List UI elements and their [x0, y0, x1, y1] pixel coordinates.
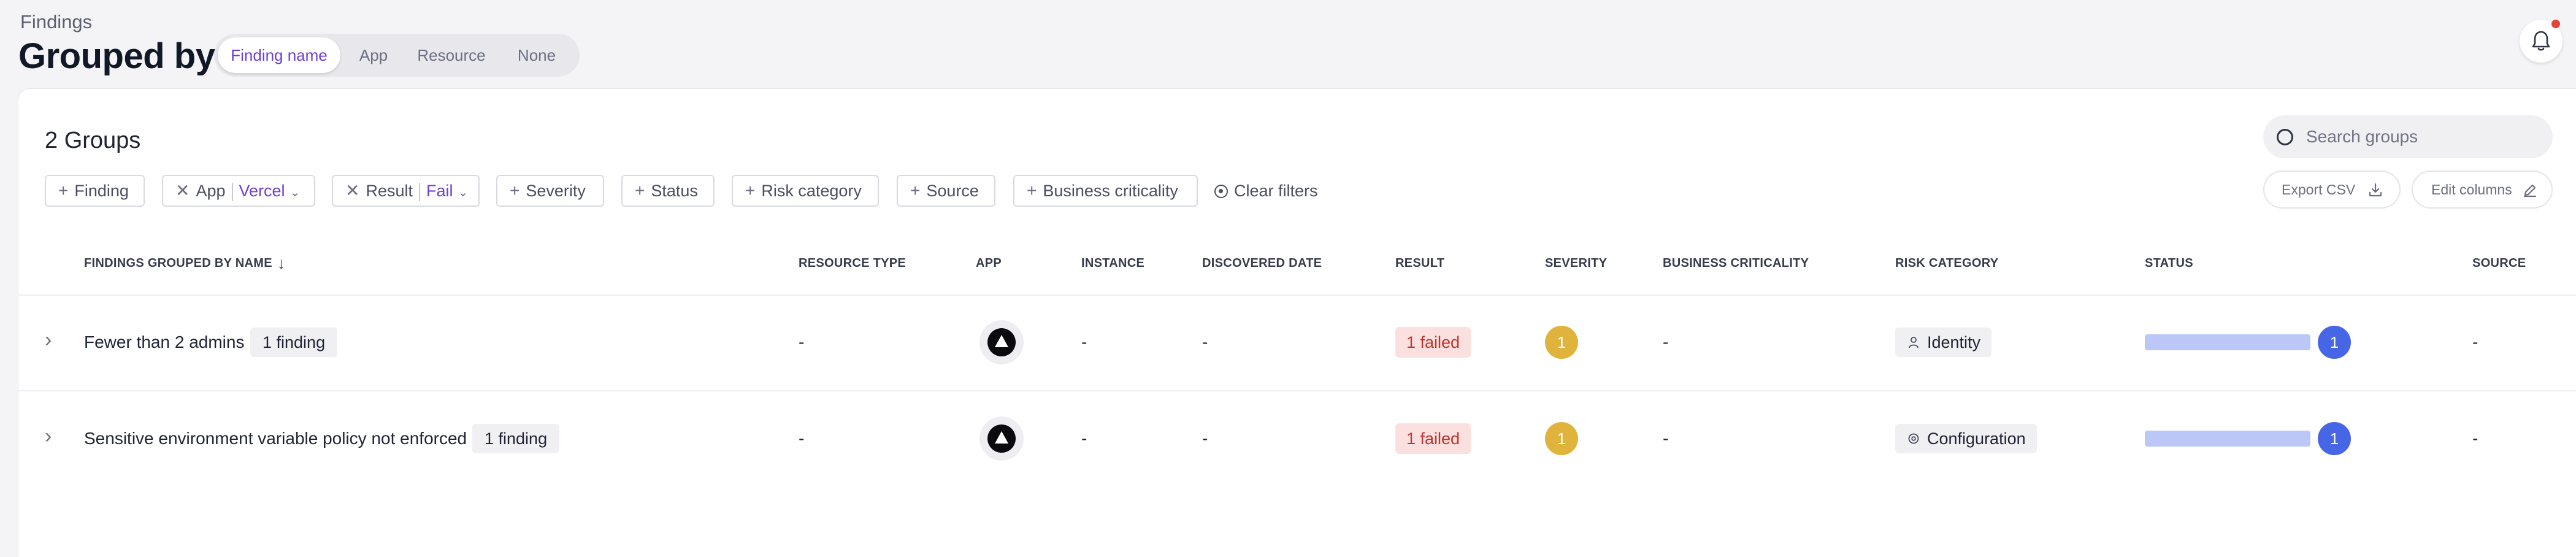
group-by-segmented-control: Finding name App Resource None: [214, 34, 580, 77]
column-header-discovered-date[interactable]: DISCOVERED DATE: [1202, 256, 1322, 271]
plus-icon: +: [58, 181, 69, 200]
notification-dot: [2551, 20, 2560, 28]
plus-icon: +: [910, 181, 921, 200]
chevron-down-icon: ⌄: [289, 186, 301, 199]
filter-label: Risk category: [761, 182, 862, 200]
resource-type-cell: -: [799, 429, 805, 448]
add-severity-filter[interactable]: + Severity: [496, 175, 604, 207]
column-header-finding-name[interactable]: FINDINGS GROUPED BY NAME: [84, 256, 272, 271]
discovered-date-cell: -: [1202, 429, 1208, 448]
column-header-status[interactable]: STATUS: [2145, 256, 2193, 271]
result-filter[interactable]: ✕ Result Fail ⌄: [332, 175, 480, 207]
clear-filters-label: Clear filters: [1234, 182, 1318, 200]
edit-columns-label: Edit columns: [2431, 182, 2512, 198]
group-option-resource[interactable]: Resource: [407, 37, 496, 73]
severity-badge: 1: [1545, 422, 1578, 455]
severity-badge: 1: [1545, 326, 1578, 359]
add-source-filter[interactable]: + Source: [897, 175, 995, 207]
chevron-down-icon: ⌄: [458, 186, 469, 199]
edit-columns-button[interactable]: Edit columns: [2412, 171, 2553, 209]
status-count-badge: 1: [2318, 422, 2351, 455]
chevron-right-icon[interactable]: ›: [45, 328, 52, 352]
search-input[interactable]: [2306, 115, 2539, 158]
column-header-source[interactable]: SOURCE: [2472, 256, 2526, 271]
bell-icon: [2532, 31, 2550, 51]
filter-value: Fail: [426, 182, 453, 200]
instance-cell: -: [1081, 429, 1087, 448]
row-divider: [18, 390, 2576, 391]
filter-value: Vercel: [239, 182, 285, 200]
finding-count-badge: 1 finding: [250, 328, 338, 357]
remove-filter-icon[interactable]: ✕: [175, 181, 190, 200]
column-header-app[interactable]: APP: [976, 256, 1002, 271]
resource-type-cell: -: [799, 332, 805, 351]
clear-circle-icon: [1214, 185, 1228, 198]
column-header-risk-category[interactable]: RISK CATEGORY: [1895, 256, 1998, 271]
row-divider: [18, 294, 2576, 296]
add-finding-filter[interactable]: + Finding: [45, 175, 145, 207]
download-icon: [2369, 183, 2382, 197]
search-box[interactable]: [2263, 115, 2553, 158]
pencil-icon: [2523, 184, 2537, 198]
add-risk-category-filter[interactable]: + Risk category: [732, 175, 879, 207]
vercel-logo-icon: [979, 320, 1024, 364]
group-option-app[interactable]: App: [347, 37, 401, 73]
group-option-none[interactable]: None: [502, 37, 571, 73]
discovered-date-cell: -: [1202, 332, 1208, 351]
filter-label: Finding: [74, 182, 129, 200]
person-icon: [1909, 337, 1919, 348]
filter-label: Status: [651, 182, 698, 200]
search-icon: [2277, 129, 2293, 145]
filter-label: Result: [366, 182, 413, 200]
clear-filters-button[interactable]: Clear filters: [1214, 178, 1318, 204]
risk-category-label: Identity: [1927, 333, 1981, 351]
filter-label: Source: [926, 182, 979, 200]
column-header-business-criticality[interactable]: BUSINESS CRITICALITY: [1663, 256, 1809, 271]
filter-label: Business criticality: [1043, 182, 1178, 200]
group-option-finding-name[interactable]: Finding name: [218, 37, 340, 73]
risk-category-badge: Identity: [1895, 328, 1992, 357]
risk-category-badge: Configuration: [1895, 424, 2037, 453]
business-criticality-cell: -: [1663, 429, 1669, 448]
finding-count-badge: 1 finding: [472, 424, 560, 453]
plus-icon: +: [745, 181, 756, 200]
finding-name[interactable]: Sensitive environment variable policy no…: [84, 429, 467, 448]
page-title: Grouped by: [18, 36, 215, 76]
status-progress-bar: [2145, 431, 2310, 447]
plus-icon: +: [635, 181, 645, 200]
finding-name[interactable]: Fewer than 2 admins: [84, 332, 244, 352]
add-status-filter[interactable]: + Status: [621, 175, 715, 207]
risk-category-label: Configuration: [1927, 429, 2026, 448]
app-filter[interactable]: ✕ App Vercel ⌄: [162, 175, 315, 207]
vercel-logo-icon: [979, 417, 1024, 461]
result-badge: 1 failed: [1395, 423, 1471, 454]
chevron-right-icon[interactable]: ›: [45, 424, 52, 448]
result-badge: 1 failed: [1395, 327, 1471, 358]
export-csv-label: Export CSV: [2282, 182, 2356, 198]
filter-label: App: [196, 182, 226, 200]
source-cell: -: [2472, 332, 2478, 351]
instance-cell: -: [1081, 332, 1087, 351]
add-business-criticality-filter[interactable]: + Business criticality: [1013, 175, 1198, 207]
groups-count: 2 Groups: [45, 128, 141, 153]
source-cell: -: [2472, 429, 2478, 448]
column-header-severity[interactable]: SEVERITY: [1545, 256, 1607, 271]
export-csv-button[interactable]: Export CSV: [2263, 171, 2401, 209]
status-progress-bar: [2145, 334, 2310, 350]
gear-icon: [1908, 433, 1919, 444]
breadcrumb: Findings: [20, 11, 93, 33]
filter-label: Severity: [526, 182, 586, 200]
column-header-instance[interactable]: INSTANCE: [1081, 256, 1144, 271]
findings-panel: [18, 89, 2576, 557]
arrow-down-icon[interactable]: ↓: [277, 254, 285, 273]
column-header-result[interactable]: RESULT: [1395, 256, 1444, 271]
remove-filter-icon[interactable]: ✕: [345, 181, 359, 200]
business-criticality-cell: -: [1663, 332, 1669, 351]
column-header-resource-type[interactable]: RESOURCE TYPE: [799, 256, 906, 271]
status-count-badge: 1: [2318, 326, 2351, 359]
plus-icon: +: [510, 181, 520, 200]
plus-icon: +: [1027, 181, 1037, 200]
